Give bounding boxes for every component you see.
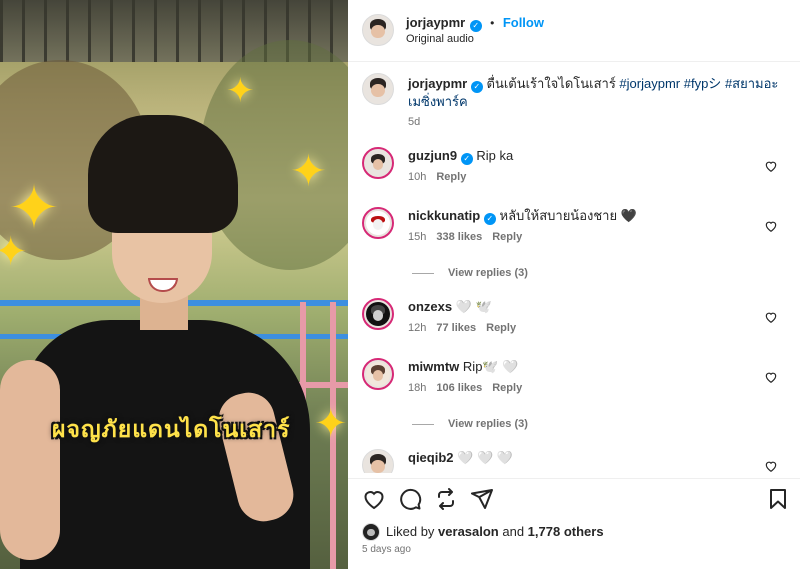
comment-text: Rip🕊️ 🤍 (462, 359, 519, 374)
heart-icon[interactable] (764, 310, 778, 324)
comment-time[interactable]: 18h (408, 382, 426, 394)
comment-time[interactable]: 10h (408, 171, 426, 183)
comment-body: nickkunatip ✓ หลับให้สบายน้องชาย 🖤 (408, 207, 738, 225)
liker-username[interactable]: verasalon (438, 524, 499, 539)
verified-icon: ✓ (469, 20, 482, 32)
separator-dot: • (490, 16, 495, 30)
reel-video[interactable]: ✦ ✦ ✦ ✦ ✦ ผจญภัยแดนไดโนเสาร์ (0, 0, 348, 569)
comment-avatar[interactable] (362, 358, 394, 390)
heart-icon[interactable] (764, 219, 778, 233)
author-line: jorjaypmr ✓ • Follow (406, 14, 544, 32)
hashtag-link[interactable]: #jorjaypmr (619, 76, 680, 91)
caption-text: jorjaypmr ✓ ตื่นเต้นเร้าใจไดโนเสาร์ #jor… (408, 75, 788, 111)
comment-item: qieqib2 🤍 🤍 🤍 (362, 449, 788, 473)
comment-body: miwmtw Rip🕊️ 🤍 (408, 358, 738, 376)
comment-avatar[interactable] (362, 449, 394, 473)
comment-icon[interactable] (398, 487, 422, 511)
verified-icon: ✓ (470, 81, 483, 93)
comment-likes[interactable]: 338 likes (436, 231, 482, 243)
likes-summary: Liked by verasalon and 1,778 others (362, 520, 792, 542)
author-avatar[interactable] (362, 14, 394, 46)
likes-text: Liked by verasalon and 1,778 others (386, 524, 604, 539)
sparkle-icon: ✦ (0, 230, 28, 274)
view-replies-label[interactable]: View replies (3) (448, 418, 528, 430)
heart-icon[interactable] (764, 459, 778, 473)
person-left-arm (0, 360, 60, 560)
sparkle-icon: ✦ (290, 147, 327, 196)
reply-button[interactable]: Reply (492, 382, 522, 394)
post-date[interactable]: 5 days ago (362, 544, 411, 555)
comment-text: Rip ka (476, 148, 514, 163)
heart-icon[interactable] (362, 487, 386, 511)
comment-username[interactable]: miwmtw (408, 359, 459, 374)
comment-body: qieqib2 🤍 🤍 🤍 (408, 449, 738, 467)
repost-icon[interactable] (434, 487, 458, 511)
comment-time[interactable]: 12h (408, 322, 426, 334)
likes-prefix: Liked by (386, 524, 439, 539)
comment-avatar[interactable] (362, 298, 394, 330)
comment-meta: 10h Reply (408, 171, 466, 183)
comment-username[interactable]: onzexs (408, 299, 452, 314)
post-header: jorjaypmr ✓ • Follow Original audio (348, 0, 800, 62)
post-sidebar: jorjaypmr ✓ • Follow Original audio jorj… (348, 0, 800, 569)
action-bar (348, 478, 800, 518)
view-replies-button[interactable]: View replies (3) (412, 418, 528, 430)
follow-button[interactable]: Follow (503, 15, 544, 30)
replies-divider (412, 423, 434, 425)
view-replies-label[interactable]: View replies (3) (448, 267, 528, 279)
verified-icon: ✓ (483, 213, 496, 225)
comment-likes[interactable]: 77 likes (436, 322, 476, 334)
sparkle-icon: ✦ (314, 402, 348, 446)
sparkle-icon: ✦ (226, 72, 255, 110)
comment-avatar[interactable] (362, 207, 394, 239)
comment-meta: 15h 338 likes Reply (408, 231, 522, 243)
comment-item: miwmtw Rip🕊️ 🤍 18h 106 likes Reply (362, 358, 788, 408)
heart-icon[interactable] (764, 159, 778, 173)
instagram-post-window: ✦ ✦ ✦ ✦ ✦ ผจญภัยแดนไดโนเสาร์ jorjaypmr ✓… (0, 0, 800, 569)
comment-text: 🤍 🤍 🤍 (457, 450, 513, 465)
comment-username[interactable]: guzjun9 (408, 148, 457, 163)
heart-icon[interactable] (764, 370, 778, 384)
replies-divider (412, 272, 434, 274)
video-overlay-caption: ผจญภัยแดนไดโนเสาร์ (52, 417, 291, 443)
caption-username[interactable]: jorjaypmr (408, 76, 467, 91)
comment-likes[interactable]: 106 likes (436, 382, 482, 394)
caption-avatar[interactable] (362, 73, 394, 105)
comment-meta: 18h 106 likes Reply (408, 382, 522, 394)
audio-label[interactable]: Original audio (406, 33, 474, 45)
author-username[interactable]: jorjaypmr (406, 15, 465, 30)
caption-body: ตื่นเต้นเร้าใจไดโนเสาร์ (486, 76, 620, 91)
person-hair (88, 115, 238, 233)
comment-meta: 12h 77 likes Reply (408, 322, 516, 334)
verified-icon: ✓ (460, 153, 473, 165)
reply-button[interactable]: Reply (486, 322, 516, 334)
hashtag-link[interactable]: #fypシ (684, 76, 722, 91)
comment-username[interactable]: nickkunatip (408, 208, 480, 223)
reply-button[interactable]: Reply (492, 231, 522, 243)
reply-button[interactable]: Reply (436, 171, 466, 183)
save-icon[interactable] (766, 487, 790, 511)
caption-time[interactable]: 5d (408, 116, 420, 128)
comment-time[interactable]: 15h (408, 231, 426, 243)
comment-text: 🤍 🕊️ (455, 299, 492, 314)
comment-username[interactable]: qieqib2 (408, 450, 454, 465)
comment-item: nickkunatip ✓ หลับให้สบายน้องชาย 🖤 15h 33… (362, 207, 788, 257)
share-icon[interactable] (470, 487, 494, 511)
likes-count[interactable]: 1,778 others (528, 524, 604, 539)
comment-item: onzexs 🤍 🕊️ 12h 77 likes Reply (362, 298, 788, 348)
likes-middle: and (498, 524, 528, 539)
comment-text: หลับให้สบายน้องชาย 🖤 (499, 208, 637, 223)
comment-item: guzjun9 ✓ Rip ka 10h Reply (362, 147, 788, 197)
comment-body: onzexs 🤍 🕊️ (408, 298, 738, 316)
comment-avatar[interactable] (362, 147, 394, 179)
comment-body: guzjun9 ✓ Rip ka (408, 147, 738, 165)
view-replies-button[interactable]: View replies (3) (412, 267, 528, 279)
liker-avatar[interactable] (362, 523, 380, 541)
